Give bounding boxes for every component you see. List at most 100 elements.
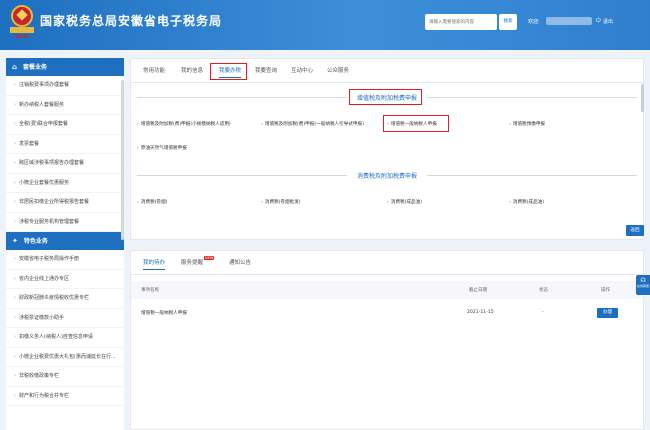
- home-icon: ⌂: [12, 63, 18, 71]
- sidebar-item-label: 非居民扣缴企业所得税报告套餐: [19, 199, 90, 205]
- sidebar-item-label: 财产和行为税合并专栏: [19, 392, 70, 399]
- chevron-right-icon: ›: [14, 82, 16, 88]
- sidebar-item[interactable]: › 财政新冠肺炎疫情税收优惠专栏: [6, 289, 124, 309]
- sidebar-item-label: 涉税票证缴款小助手: [19, 314, 65, 321]
- sidebar-item[interactable]: › 非居民扣缴企业所得税报告套餐: [6, 193, 124, 213]
- sidebar-item[interactable]: › 扣缴义务人(纳税人)自查信息申请: [6, 328, 124, 348]
- lower-tabs: 我的待办 服务提醒 NEW 通知公告: [131, 251, 643, 275]
- tab-my-info[interactable]: 我的信息: [181, 66, 203, 74]
- sidebar-item[interactable]: › 非税收缴政策专栏: [6, 367, 124, 387]
- new-badge: NEW: [204, 256, 215, 260]
- tax-services-panel: 常用功能 我的信息 我要办税 我要查询 互动中心 公众服务 增值税及附加税费申报…: [130, 58, 644, 240]
- sidebar-item[interactable]: › 安徽省电子税务局操作手册: [6, 250, 124, 270]
- consumption-tax-link[interactable]: › 消费税(成品油): [387, 199, 422, 205]
- online-service-label: 在线客服: [636, 284, 649, 288]
- sidebar-item-label: 注销税费事项办理套餐: [19, 82, 70, 88]
- chevron-right-icon: ›: [14, 179, 16, 186]
- tab-common[interactable]: 常用功能: [143, 66, 165, 74]
- sidebar-section-package[interactable]: ⌂ 套餐业务: [6, 58, 124, 76]
- divider: [137, 97, 347, 98]
- sidebar-section-featured[interactable]: ✦ 特色业务: [6, 232, 124, 250]
- sidebar-item[interactable]: › 省内企业线上通办专区: [6, 270, 124, 289]
- section-title-consumption: 消费税及附加税费申报: [356, 173, 417, 180]
- sidebar-section-title: 套餐业务: [23, 64, 48, 71]
- chevron-right-icon: ›: [14, 373, 16, 379]
- sidebar-item[interactable]: › 新办纳税人套餐服务: [6, 96, 124, 115]
- welcome-label: 欢迎:: [528, 19, 540, 25]
- tab-service-reminder[interactable]: 服务提醒: [181, 258, 203, 266]
- tab-my-todo[interactable]: 我的待办: [143, 258, 166, 270]
- star-icon: ✦: [12, 237, 18, 245]
- vat-guided-link[interactable]: › 增值税及附加税(费)申报(一般纳税人引导式申报): [261, 121, 364, 127]
- tab-public-service[interactable]: 公众服务: [327, 66, 349, 74]
- table-header: 事项名称 截止日期 状态 操作: [131, 281, 643, 299]
- chevron-right-icon: ›: [14, 160, 16, 166]
- handle-button[interactable]: 办理: [597, 308, 618, 318]
- sidebar-item[interactable]: › 涉税专业服务机构管理套餐: [6, 213, 124, 232]
- sidebar-item-label: 全税(费)联合申报套餐: [19, 121, 68, 127]
- emblem-text: TAXES: [14, 34, 30, 39]
- chevron-right-icon: ›: [14, 295, 16, 301]
- chevron-right-icon: ›: [14, 218, 16, 225]
- column-header: 截止日期: [469, 288, 487, 293]
- sidebar-item[interactable]: › 财产和行为税合并专栏: [6, 387, 124, 406]
- column-header: 状态: [539, 288, 548, 293]
- sidebar-item[interactable]: › 跨区域涉税事项报告办理套餐: [6, 154, 124, 174]
- column-header: 事项名称: [141, 288, 159, 293]
- sidebar-item-label: 跨区域涉税事项报告办理套餐: [19, 160, 85, 166]
- panel-scrollbar[interactable]: [641, 84, 644, 112]
- chevron-right-icon: ›: [14, 101, 16, 108]
- divider: [427, 175, 637, 176]
- sidebar-item-label: 涉税专业服务机构管理套餐: [19, 218, 80, 225]
- chevron-right-icon: ›: [14, 256, 16, 262]
- search-input[interactable]: [425, 14, 497, 30]
- consumption-tax-link[interactable]: › 消费税(卷烟批发): [261, 199, 301, 205]
- highlight-box: [349, 89, 422, 105]
- sidebar-item-label: 新办纳税人套餐服务: [19, 101, 65, 108]
- online-service-button[interactable]: ☊ 在线客服: [636, 275, 650, 295]
- consumption-tax-link[interactable]: › 消费税(卷烟): [137, 199, 167, 205]
- header-bar: TAXES 国家税务总局安徽省电子税务局 搜索 欢迎: ⏻ 退出: [0, 0, 650, 50]
- sidebar-item-label: 安徽省电子税务局操作手册: [19, 256, 80, 262]
- chevron-right-icon: ›: [14, 334, 16, 340]
- highlight-box: [210, 63, 247, 80]
- consumption-tax-link[interactable]: › 消费税(成品油): [509, 199, 544, 205]
- sidebar-item-label: 小微企业套餐优惠服务: [19, 179, 70, 186]
- power-icon[interactable]: ⏻: [596, 17, 601, 25]
- chevron-right-icon: ›: [14, 121, 16, 127]
- user-name-redacted: [546, 17, 592, 25]
- main-tabs: 常用功能 我的信息 我要办税 我要查询 互动中心 公众服务: [131, 59, 643, 83]
- sidebar-item-label: 扣缴义务人(纳税人)自查信息申请: [19, 334, 93, 340]
- sidebar-item[interactable]: › 发票套餐: [6, 135, 124, 154]
- sidebar-item[interactable]: › 全税(费)联合申报套餐: [6, 115, 124, 135]
- highlight-box: [383, 115, 449, 132]
- tab-interaction[interactable]: 互动中心: [291, 66, 313, 74]
- headset-icon: ☊: [640, 277, 646, 284]
- vat-oil-gas-link[interactable]: › 原油天然气增值税申报: [137, 145, 187, 151]
- sidebar-item-label: 小微企业税费优惠大礼包(惠而浦延长在行...: [19, 353, 116, 360]
- vat-prepay-link[interactable]: › 增值税预缴申报: [509, 121, 545, 127]
- sidebar: ⌂ 套餐业务 › 注销税费事项办理套餐 › 新办纳税人套餐服务 › 全税(费)联合申报套餐 ›…: [6, 58, 124, 430]
- divider: [137, 175, 347, 176]
- todo-panel: 我的待办 服务提醒 NEW 通知公告 事项名称 截止日期 状态 操作 增值税一般…: [130, 250, 644, 430]
- sidebar-item[interactable]: › 小微企业税费优惠大礼包(惠而浦延长在行...: [6, 348, 124, 367]
- exit-link[interactable]: 退出: [603, 18, 613, 25]
- vat-small-scale-link[interactable]: › 增值税及附加税(费)申报(小规模纳税人适用): [137, 121, 231, 127]
- sidebar-item[interactable]: › 小微企业套餐优惠服务: [6, 174, 124, 193]
- search-button[interactable]: 搜索: [499, 14, 517, 30]
- tax-emblem-icon: TAXES: [10, 5, 34, 39]
- column-header: 操作: [601, 288, 610, 293]
- sidebar-item[interactable]: › 涉税票证缴款小助手: [6, 309, 124, 328]
- sidebar-section-title: 特色业务: [23, 238, 48, 245]
- site-title: 国家税务总局安徽省电子税务局: [40, 14, 223, 28]
- sidebar-item[interactable]: › 注销税费事项办理套餐: [6, 76, 124, 96]
- chevron-right-icon: ›: [14, 314, 16, 321]
- task-name[interactable]: 增值税一般纳税人申报: [141, 310, 187, 316]
- sidebar-scrollbar[interactable]: [121, 80, 124, 240]
- task-deadline: 2021-11-15: [467, 310, 494, 315]
- back-button[interactable]: 返回: [626, 225, 644, 236]
- tab-query[interactable]: 我要查询: [255, 66, 277, 74]
- chevron-right-icon: ›: [14, 140, 16, 147]
- divider: [427, 97, 637, 98]
- tab-notice[interactable]: 通知公告: [229, 258, 251, 266]
